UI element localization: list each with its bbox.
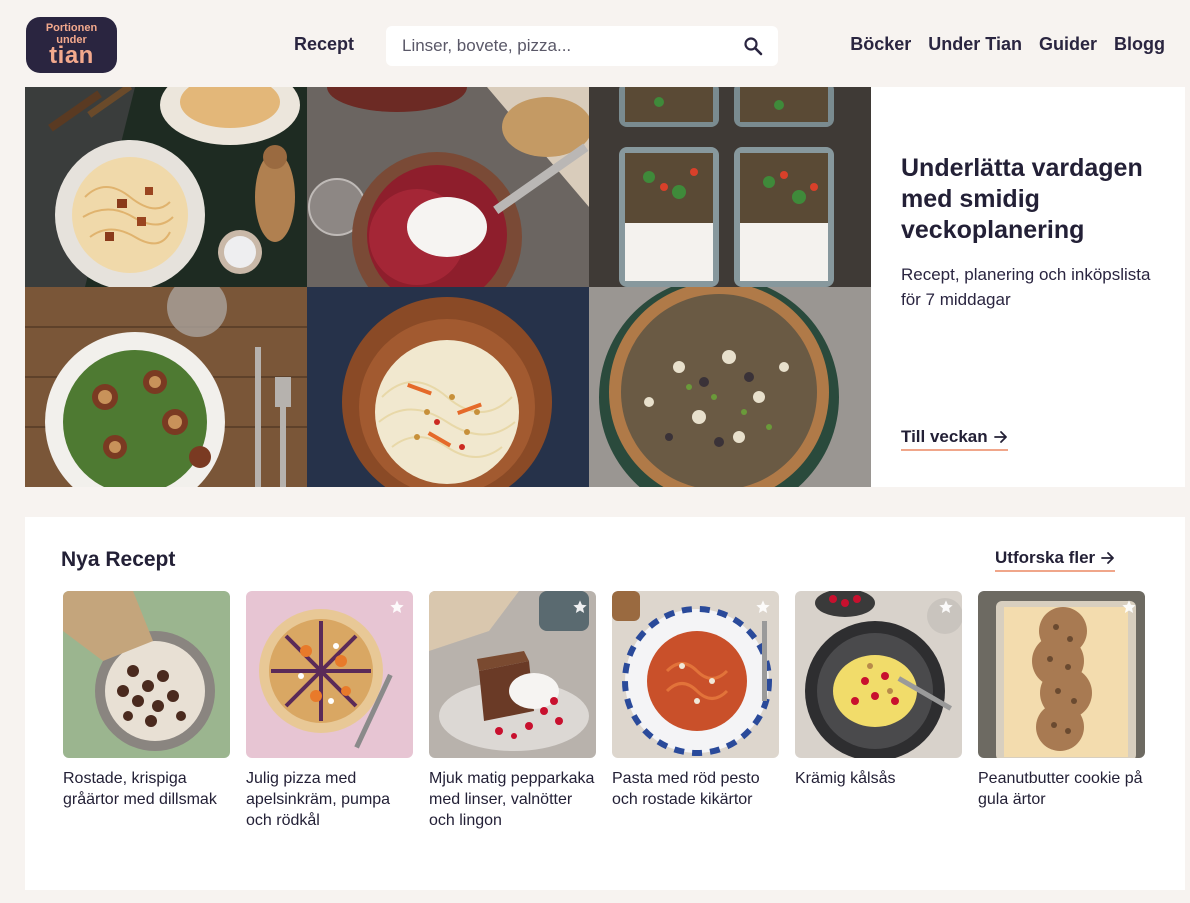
recipe-title: Peanutbutter cookie på gula ärtor: [978, 770, 1143, 808]
hero-image-meal-prep[interactable]: [589, 87, 871, 287]
nav-guider[interactable]: Guider: [1039, 34, 1097, 55]
recipe-image: [246, 591, 413, 758]
recipe-card[interactable]: Krämig kålsås: [795, 591, 962, 831]
new-recipes-section: Nya Recept Utforska fler Rostade, krispi…: [25, 517, 1185, 890]
recipe-card[interactable]: Julig pizza med apelsinkräm, pumpa och r…: [246, 591, 413, 831]
recipe-title: Mjuk matig pepparkaka med linser, valnöt…: [429, 770, 595, 829]
search-icon[interactable]: [742, 35, 764, 57]
recipe-card[interactable]: Mjuk matig pepparkaka med linser, valnöt…: [429, 591, 596, 831]
favorite-star-icon[interactable]: [572, 599, 588, 615]
arrow-right-icon: [993, 431, 1007, 443]
recipe-image: [978, 591, 1145, 758]
recipe-image: [612, 591, 779, 758]
explore-more-link[interactable]: Utforska fler: [995, 548, 1116, 572]
favorite-star-icon[interactable]: [1121, 599, 1137, 615]
hero-section: Underlätta vardagen med smidig veckoplan…: [25, 87, 1185, 487]
hero-subtitle: Recept, planering och inköpslista för 7 …: [901, 265, 1151, 309]
recipe-card[interactable]: Peanutbutter cookie på gula ärtor: [978, 591, 1145, 831]
section-title: Nya Recept: [61, 548, 176, 571]
hero-title: Underlätta vardagen med smidig veckoplan…: [901, 154, 1143, 244]
arrow-right-icon: [1101, 552, 1115, 564]
recipe-title: Julig pizza med apelsinkräm, pumpa och r…: [246, 770, 391, 829]
search-bar: [386, 26, 778, 66]
recipe-image: [795, 591, 962, 758]
logo-line-1: Portionen: [45, 22, 98, 34]
recipe-card[interactable]: Rostade, krispiga gråärtor med dillsmak: [63, 591, 230, 831]
recipe-title: Krämig kålsås: [795, 770, 896, 787]
nav-under-tian[interactable]: Under Tian: [928, 34, 1022, 55]
main-nav: Böcker Under Tian Guider Blogg: [850, 34, 1165, 55]
hero-image-beet-soup[interactable]: [307, 87, 589, 287]
hero-link-label: Till veckan: [901, 427, 988, 446]
favorite-star-icon[interactable]: [938, 599, 954, 615]
nav-bocker[interactable]: Böcker: [850, 34, 911, 55]
favorite-star-icon[interactable]: [755, 599, 771, 615]
recipe-card-list: Rostade, krispiga gråärtor med dillsmak …: [63, 591, 1145, 831]
hero-image-pie[interactable]: [589, 287, 871, 487]
favorite-star-icon[interactable]: [389, 599, 405, 615]
hero-image-grid: [25, 87, 871, 487]
hero-link-till-veckan[interactable]: Till veckan: [901, 427, 1008, 451]
recipe-title: Rostade, krispiga gråärtor med dillsmak: [63, 770, 217, 808]
search-input[interactable]: [402, 36, 742, 56]
hero-image-potato-salad[interactable]: [25, 287, 307, 487]
nav-recept[interactable]: Recept: [294, 34, 354, 55]
recipe-image: [63, 591, 230, 758]
hero-card: Underlätta vardagen med smidig veckoplan…: [871, 87, 1185, 487]
recipe-card[interactable]: Pasta med röd pesto och rostade kikärtor: [612, 591, 779, 831]
hero-image-spaghetti[interactable]: [25, 87, 307, 287]
explore-more-label: Utforska fler: [995, 548, 1096, 567]
recipe-title: Pasta med röd pesto och rostade kikärtor: [612, 770, 760, 808]
recipe-image: [429, 591, 596, 758]
logo-line-3: tian: [49, 42, 94, 69]
site-header: Portionen under tian Recept Böcker Under…: [0, 0, 1190, 87]
nav-blogg[interactable]: Blogg: [1114, 34, 1165, 55]
logo[interactable]: Portionen under tian: [26, 17, 117, 73]
hero-image-noodle-bowl[interactable]: [307, 287, 589, 487]
